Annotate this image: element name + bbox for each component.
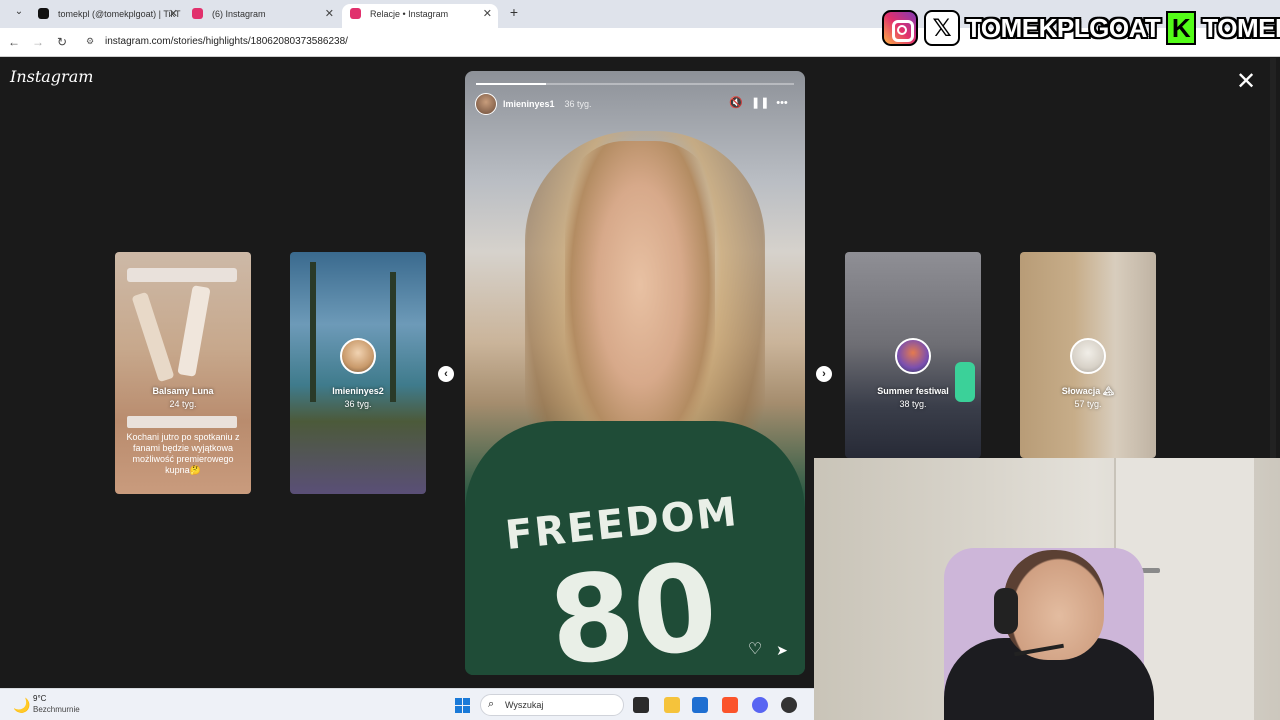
forward-icon[interactable]: →	[30, 34, 46, 50]
url-field[interactable]: instagram.com/stories/highlights/1806208…	[105, 36, 348, 47]
next-story-button[interactable]: ›	[816, 366, 832, 382]
tab-title: Relacje • Instagram	[370, 9, 449, 19]
weather-temperature[interactable]: 9°C	[33, 694, 46, 703]
festival-figure	[955, 362, 975, 402]
moon-icon[interactable]: 🌙	[13, 697, 30, 714]
tiktok-icon	[38, 8, 49, 19]
palm-tree	[390, 272, 396, 402]
start-icon[interactable]	[455, 698, 470, 713]
brave-icon[interactable]	[722, 697, 738, 713]
story-header-image	[127, 268, 237, 282]
kick-handle: TOMEKPL	[1202, 12, 1280, 43]
story-preview-summer-festiwal[interactable]: Summer festiwal 38 tyg.	[845, 252, 981, 458]
store-icon[interactable]	[692, 697, 708, 713]
heart-icon[interactable]: ♡	[746, 641, 764, 659]
palm-tree	[310, 262, 316, 402]
close-tab-icon[interactable]: ✕	[169, 4, 178, 24]
taskbar-search[interactable]: ⌕ Wyszukaj	[480, 694, 624, 716]
more-options-icon[interactable]: •••	[775, 96, 789, 110]
preview-caption: Kochani jutro po spotkaniu z fanami będz…	[126, 432, 240, 475]
new-tab-button[interactable]: +	[506, 4, 522, 20]
preview-time: 38 tyg.	[899, 399, 927, 409]
story-photo-face	[565, 141, 715, 461]
active-story[interactable]: FREEDOM 80 lmieninyes1 36 tyg. 🔇 ❚❚ ••• …	[465, 71, 805, 675]
tab-list-button[interactable]: ⌄	[10, 6, 28, 22]
preview-name: Słowacja 🏔	[1061, 386, 1115, 396]
preview-time: 57 tyg.	[1074, 399, 1102, 409]
streamer-head	[1004, 550, 1104, 660]
tab-instagram[interactable]: (6) Instagram ✕	[184, 4, 340, 28]
product-tube	[177, 285, 211, 377]
avatar	[895, 338, 931, 374]
instagram-icon	[882, 10, 918, 46]
product-tube	[131, 291, 175, 383]
tab-relacje[interactable]: Relacje • Instagram ✕	[342, 4, 498, 28]
story-preview-balsamy-luna[interactable]: Balsamy Luna 24 tyg. Kochani jutro po sp…	[115, 252, 251, 494]
x-icon: 𝕏	[924, 10, 960, 46]
webcam-feed	[814, 458, 1280, 720]
preview-time: 36 tyg.	[344, 399, 372, 409]
story-author[interactable]: lmieninyes1 36 tyg.	[475, 92, 592, 116]
instagram-icon	[192, 8, 203, 19]
preview-time: 24 tyg.	[169, 399, 197, 409]
instagram-logo[interactable]: Instagram	[10, 67, 93, 86]
story-preview-slowacja[interactable]: Słowacja 🏔 57 tyg.	[1020, 252, 1156, 458]
task-view-icon[interactable]	[633, 697, 649, 713]
preview-name: lmieninyes2	[332, 386, 384, 396]
kick-icon: K	[1166, 11, 1197, 45]
text-strip-image	[127, 416, 237, 428]
headset	[994, 588, 1018, 634]
shirt-number: 80	[543, 537, 724, 675]
close-tab-icon[interactable]: ✕	[483, 4, 492, 24]
story-progress-fill	[476, 83, 546, 85]
reload-icon[interactable]: ↻	[54, 34, 70, 50]
file-explorer-icon[interactable]	[664, 697, 680, 713]
story-progress-bar	[476, 83, 794, 85]
back-icon[interactable]: ←	[6, 34, 22, 50]
story-username[interactable]: lmieninyes1	[503, 99, 555, 109]
screen: ⌄ tomekpl (@tomekplgoat) | TikT ✕ (6) In…	[0, 0, 1280, 720]
pause-icon[interactable]: ❚❚	[751, 96, 769, 110]
taskbar: 🌙 9°C Bezchmurnie ⌕ Wyszukaj	[0, 688, 814, 720]
tab-tiktok[interactable]: tomekpl (@tomekplgoat) | TikT ✕	[30, 4, 184, 28]
search-placeholder: Wyszukaj	[505, 700, 544, 710]
send-icon[interactable]: ➤	[773, 641, 791, 659]
close-tab-icon[interactable]: ✕	[325, 4, 334, 24]
avatar[interactable]	[475, 93, 497, 115]
instagram-handle: TOMEKPLGOAT	[966, 12, 1161, 43]
site-info-icon[interactable]: ⚙	[86, 36, 98, 48]
weather-description[interactable]: Bezchmurnie	[33, 705, 80, 714]
stream-overlay: 𝕏 TOMEKPLGOAT K TOMEKPL	[882, 8, 1280, 48]
obs-icon[interactable]	[781, 697, 797, 713]
preview-name: Summer festiwal	[877, 386, 949, 396]
story-time: 36 tyg.	[564, 99, 592, 109]
avatar	[1070, 338, 1106, 374]
story-preview-lmieninyes2[interactable]: lmieninyes2 36 tyg.	[290, 252, 426, 494]
tab-title: (6) Instagram	[212, 9, 266, 19]
preview-name: Balsamy Luna	[152, 386, 214, 396]
previous-story-button[interactable]: ‹	[438, 366, 454, 382]
close-icon[interactable]: ✕	[1236, 70, 1256, 94]
discord-icon[interactable]	[752, 697, 768, 713]
tab-title: tomekpl (@tomekplgoat) | TikT	[58, 9, 181, 19]
avatar	[340, 338, 376, 374]
search-icon: ⌕	[488, 698, 495, 710]
instagram-icon	[350, 8, 361, 19]
mute-icon[interactable]: 🔇	[729, 96, 743, 110]
